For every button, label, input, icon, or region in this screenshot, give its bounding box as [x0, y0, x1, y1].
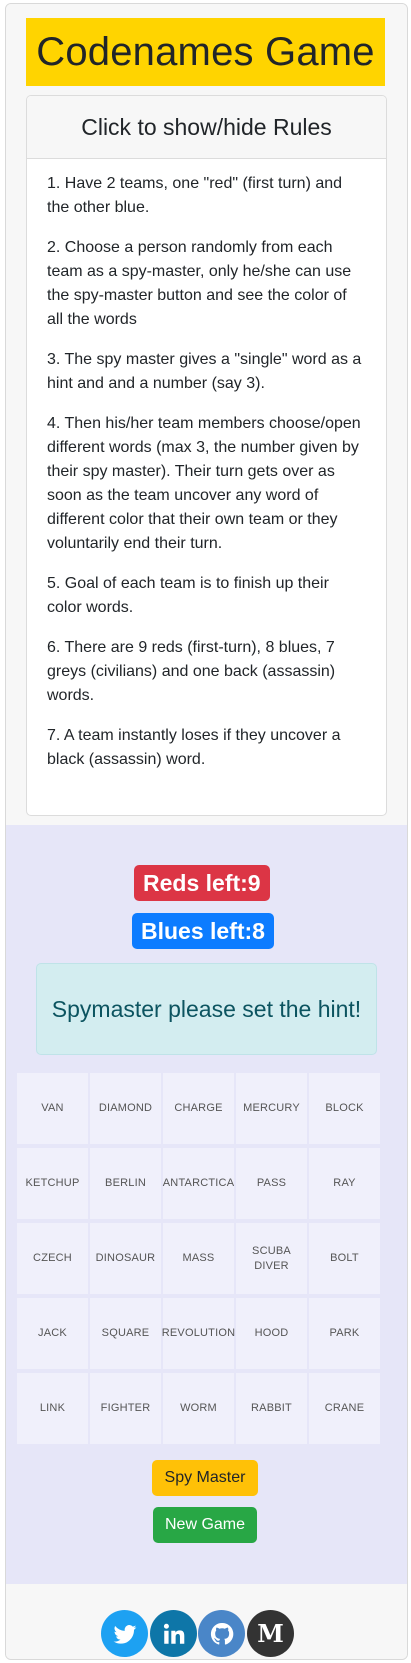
word-card[interactable]: BERLIN — [90, 1148, 161, 1219]
rules-card: Click to show/hide Rules 1. Have 2 teams… — [26, 95, 387, 816]
word-card[interactable]: CRANE — [309, 1373, 380, 1444]
word-card[interactable]: HOOD — [236, 1298, 307, 1369]
app-frame: Codenames Game Click to show/hide Rules … — [5, 3, 408, 1660]
word-card[interactable]: SQUARE — [90, 1298, 161, 1369]
word-card[interactable]: PARK — [309, 1298, 380, 1369]
word-card[interactable]: SCUBA DIVER — [236, 1223, 307, 1294]
rule-item: 5. Goal of each team is to finish up the… — [47, 575, 329, 616]
medium-icon: M — [257, 1618, 284, 1648]
rule-item: 1. Have 2 teams, one "red" (first turn) … — [47, 175, 343, 216]
word-card[interactable]: MERCURY — [236, 1073, 307, 1144]
rule-item: 7. A team instantly loses if they uncove… — [47, 727, 341, 768]
word-card[interactable]: BLOCK — [309, 1073, 380, 1144]
rule-item: 2. Choose a person randomly from each te… — [47, 239, 352, 328]
rule-item: 6. There are 9 reds (first-turn), 8 blue… — [47, 639, 336, 704]
blues-left-badge: Blues left:8 — [132, 913, 274, 949]
word-card[interactable]: CZECH — [17, 1223, 88, 1294]
reds-left-badge: Reds left:9 — [134, 865, 270, 901]
word-card[interactable]: KETCHUP — [17, 1148, 88, 1219]
word-card[interactable]: VAN — [17, 1073, 88, 1144]
word-card[interactable]: JACK — [17, 1298, 88, 1369]
spy-master-button[interactable]: Spy Master — [152, 1460, 258, 1496]
rules-toggle-button[interactable]: Click to show/hide Rules — [27, 96, 386, 159]
word-card[interactable]: FIGHTER — [90, 1373, 161, 1444]
hint-alert: Spymaster please set the hint! — [36, 963, 377, 1055]
word-card[interactable]: ANTARCTICA — [163, 1148, 234, 1219]
word-card[interactable]: LINK — [17, 1373, 88, 1444]
rule-item: 4. Then his/her team members choose/open… — [47, 415, 361, 552]
word-card[interactable]: DIAMOND — [90, 1073, 161, 1144]
medium-link[interactable]: M — [247, 1610, 294, 1657]
header: Codenames Game — [6, 4, 407, 92]
linkedin-icon — [163, 1623, 184, 1644]
game-area: Reds left:9 Blues left:8 Spymaster pleas… — [6, 825, 407, 1584]
github-icon — [210, 1622, 233, 1645]
rules-list: 1. Have 2 teams, one "red" (first turn) … — [27, 159, 386, 772]
word-card[interactable]: REVOLUTION — [162, 1298, 235, 1369]
word-card[interactable]: WORM — [163, 1373, 234, 1444]
twitter-link[interactable] — [101, 1610, 148, 1657]
word-card[interactable]: CHARGE — [163, 1073, 234, 1144]
word-card[interactable]: RAY — [309, 1148, 380, 1219]
word-card[interactable]: BOLT — [309, 1223, 380, 1294]
word-card[interactable]: MASS — [163, 1223, 234, 1294]
github-link[interactable] — [198, 1610, 245, 1657]
twitter-icon — [113, 1624, 136, 1644]
hint-message: Spymaster please set the hint! — [51, 996, 362, 1022]
linkedin-link[interactable] — [150, 1610, 197, 1657]
rule-item: 3. The spy master gives a "single" word … — [47, 351, 362, 392]
word-card[interactable]: DINOSAUR — [90, 1223, 161, 1294]
word-card[interactable]: PASS — [236, 1148, 307, 1219]
word-card[interactable]: RABBIT — [236, 1373, 307, 1444]
page-title: Codenames Game — [26, 18, 385, 86]
new-game-button[interactable]: New Game — [153, 1507, 257, 1543]
